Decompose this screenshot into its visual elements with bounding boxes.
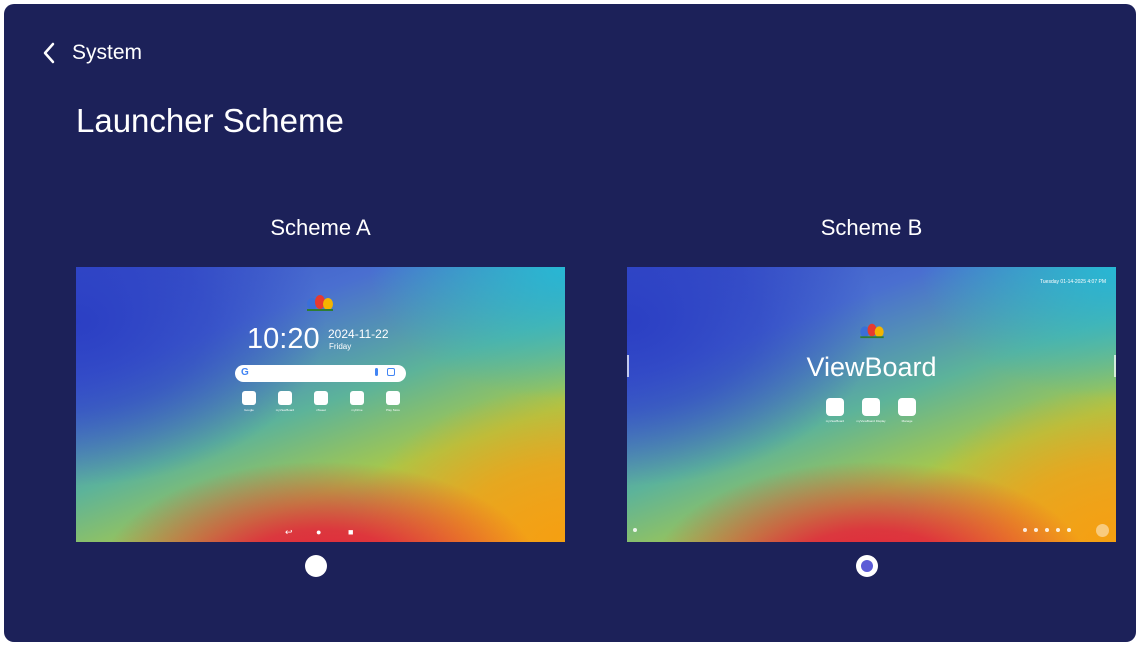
preview-day: Friday (329, 342, 352, 351)
scheme-a-label: Scheme A (270, 215, 371, 240)
back-label: System (72, 41, 143, 64)
tray-icon (1056, 528, 1060, 532)
scheme-a-preview[interactable]: 10:20 2024-11-22 Friday G Google myViewB… (76, 267, 565, 542)
preview-datetime: Tuesday 01-14-2025 4:07 PM (1040, 279, 1106, 285)
tray-icon (1023, 528, 1027, 532)
preview-app-label: myDrive (351, 408, 363, 412)
back-button[interactable]: System (42, 40, 142, 66)
tray-icon (1034, 528, 1038, 532)
preview-app-icon (242, 391, 256, 405)
preview-app-icon (350, 391, 364, 405)
google-icon: G (241, 367, 249, 378)
settings-window: System Launcher Scheme Scheme A 10:20 20… (4, 4, 1136, 642)
preview-app-label: myViewBoard (825, 419, 845, 423)
viewsonic-birds-logo-icon (305, 292, 335, 317)
preview-app-label: myViewBoard (275, 408, 295, 412)
preview-app-icon (862, 398, 880, 416)
back-nav-icon: ↩ (285, 527, 293, 537)
preview-app-icon (314, 391, 328, 405)
preview-app-label: Manage (901, 419, 913, 423)
preview-app-label: vSweet (316, 408, 326, 412)
preview-title: ViewBoard (806, 352, 937, 382)
preview-search-bar: G (235, 365, 406, 382)
radio-selected-dot (861, 560, 873, 572)
preview-app-icon (386, 391, 400, 405)
viewsonic-birds-logo-icon (858, 321, 886, 344)
preview-app-label: Play Store (386, 408, 400, 412)
mic-icon (375, 368, 378, 376)
preview-app-label: Google (244, 408, 254, 412)
preview-app-icon (826, 398, 844, 416)
scheme-a-radio[interactable] (305, 555, 327, 577)
preview-clock: 10:20 (247, 323, 320, 355)
preview-app-icon (278, 391, 292, 405)
lens-icon (387, 368, 395, 376)
preview-date: 2024-11-22 (328, 327, 389, 341)
tray-icon (633, 528, 637, 532)
scheme-b-radio[interactable] (856, 555, 878, 577)
scheme-b-label: Scheme B (820, 215, 923, 240)
preview-app-label: myViewBoard Display (856, 419, 886, 423)
page-title: Launcher Scheme (76, 102, 344, 139)
tray-icon (1067, 528, 1071, 532)
chevron-left-icon (42, 42, 56, 64)
help-icon (1096, 524, 1109, 537)
scheme-b-preview[interactable]: Tuesday 01-14-2025 4:07 PM ViewBoard myV… (627, 267, 1116, 542)
preview-app-icon (898, 398, 916, 416)
home-nav-icon: ● (316, 527, 322, 537)
tray-icon (1045, 528, 1049, 532)
recents-nav-icon: ■ (348, 527, 354, 537)
